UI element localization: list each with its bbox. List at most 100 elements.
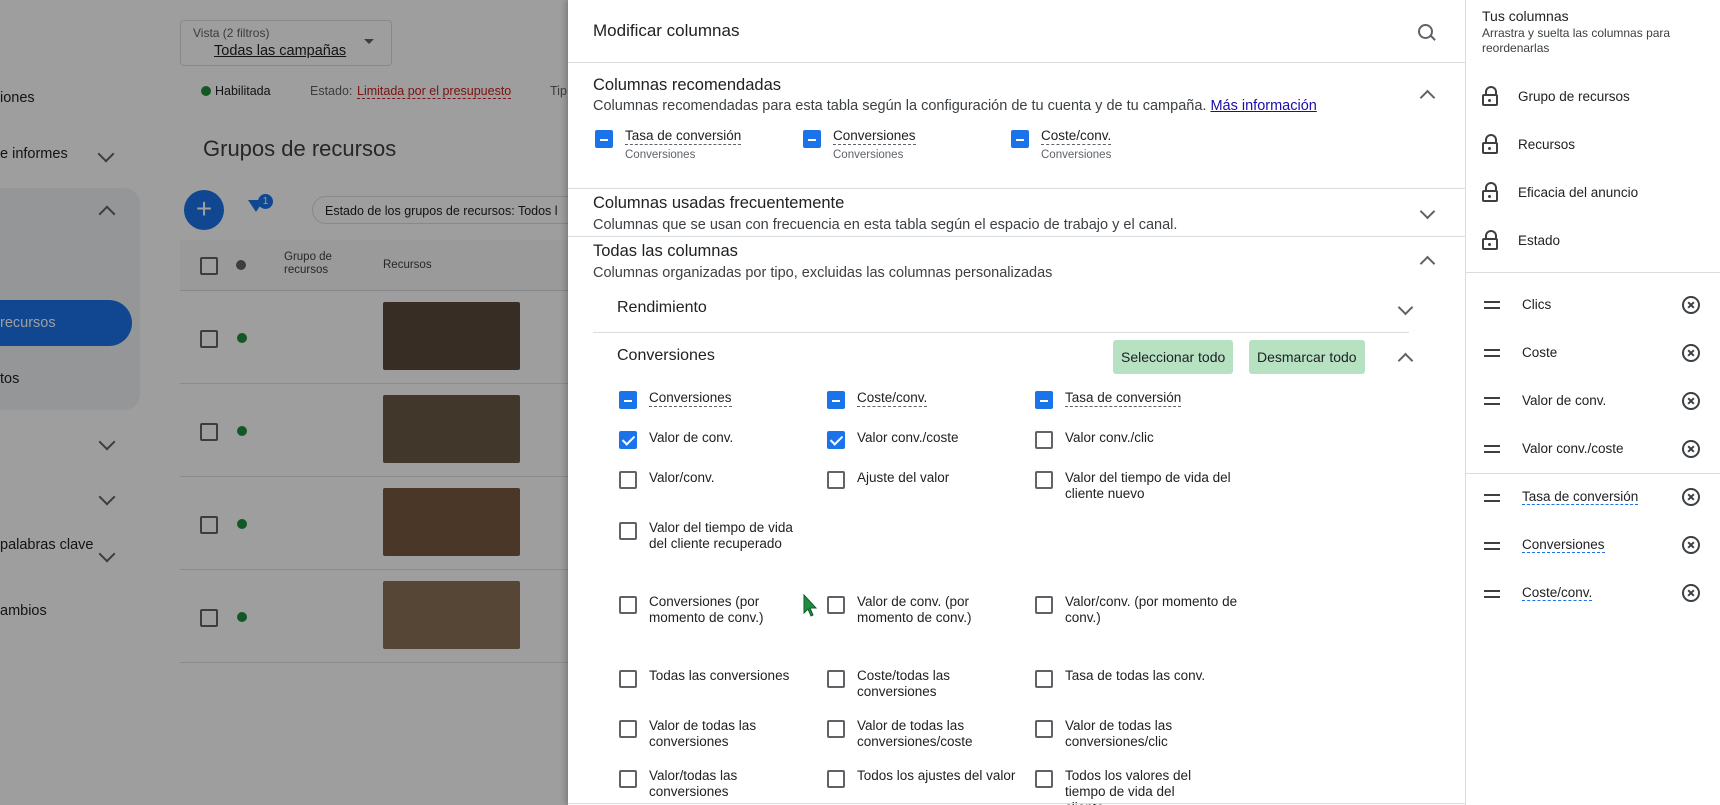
movable-column[interactable]: Valor de conv. bbox=[1522, 393, 1606, 408]
conv-option-label: Valor/todas las conversiones bbox=[649, 768, 738, 799]
conv-checkbox[interactable] bbox=[1035, 471, 1053, 489]
conv-checkbox[interactable] bbox=[1035, 596, 1053, 614]
more-info-link[interactable]: Más información bbox=[1210, 98, 1316, 114]
lock-icon bbox=[1482, 134, 1498, 154]
select-all-button[interactable]: Seleccionar todo bbox=[1113, 340, 1234, 374]
conv-option-label: Valor de conv. bbox=[649, 430, 734, 445]
conv-option-label: Todas las conversiones bbox=[649, 668, 790, 683]
conv-checkbox[interactable] bbox=[827, 471, 845, 489]
conv-checkbox[interactable] bbox=[1035, 391, 1053, 409]
remove-column-icon[interactable] bbox=[1682, 584, 1700, 602]
drag-handle-icon[interactable] bbox=[1484, 349, 1500, 357]
conv-option-label: Coste/todas las conversiones bbox=[857, 668, 951, 699]
conv-option-label: Tasa de todas las conv. bbox=[1065, 668, 1206, 683]
movable-column[interactable]: Tasa de conversión bbox=[1522, 489, 1639, 505]
recommended-sub-1: Conversiones bbox=[625, 149, 696, 161]
conv-checkbox[interactable] bbox=[827, 596, 845, 614]
recommended-description: Columnas recomendadas para esta tabla se… bbox=[593, 98, 1317, 114]
locked-column: Grupo de recursos bbox=[1518, 89, 1630, 104]
conv-checkbox[interactable] bbox=[619, 522, 637, 540]
conversions-title: Conversiones bbox=[617, 347, 715, 364]
conv-checkbox[interactable] bbox=[1035, 670, 1053, 688]
movable-column[interactable]: Coste/conv. bbox=[1522, 585, 1593, 601]
divider bbox=[1466, 272, 1720, 273]
conv-option-label: Conversiones (por momento de conv.) bbox=[649, 594, 764, 625]
conv-checkbox[interactable] bbox=[619, 391, 637, 409]
conv-checkbox[interactable] bbox=[619, 596, 637, 614]
chevron-down-icon[interactable] bbox=[1419, 203, 1436, 220]
movable-column[interactable]: Conversiones bbox=[1522, 537, 1605, 553]
panel-title: Modificar columnas bbox=[593, 21, 740, 40]
locked-column: Estado bbox=[1518, 233, 1561, 248]
all-columns-description: Columnas organizadas por tipo, excluidas… bbox=[593, 265, 1053, 281]
conv-option-label: Tasa de conversión bbox=[1065, 390, 1182, 407]
conv-checkbox[interactable] bbox=[619, 720, 637, 738]
drag-handle-icon[interactable] bbox=[1484, 445, 1500, 453]
your-columns-description: Arrastra y suelta las columnas para reor… bbox=[1482, 26, 1671, 55]
conv-option-label: Valor conv./coste bbox=[857, 430, 959, 445]
modify-columns-panel: Modificar columnas Columnas recomendadas… bbox=[568, 0, 1465, 805]
chevron-up-icon[interactable] bbox=[1419, 89, 1436, 106]
drag-handle-icon[interactable] bbox=[1484, 494, 1500, 502]
conv-checkbox[interactable] bbox=[619, 471, 637, 489]
recommended-sub-2: Conversiones bbox=[833, 149, 904, 161]
conv-checkbox[interactable] bbox=[827, 391, 845, 409]
conv-option-label: Valor de todas las conversiones/clic bbox=[1065, 718, 1173, 749]
drag-handle-icon[interactable] bbox=[1484, 542, 1500, 550]
conv-option-label: Valor del tiempo de vida del cliente rec… bbox=[649, 520, 793, 551]
movable-column[interactable]: Coste bbox=[1522, 345, 1557, 360]
conv-checkbox[interactable] bbox=[827, 770, 845, 788]
remove-column-icon[interactable] bbox=[1682, 344, 1700, 362]
drag-handle-icon[interactable] bbox=[1484, 397, 1500, 405]
chevron-down-icon[interactable] bbox=[1397, 299, 1414, 316]
conv-checkbox[interactable] bbox=[827, 431, 845, 449]
deselect-all-button[interactable]: Desmarcar todo bbox=[1249, 340, 1365, 374]
divider bbox=[568, 188, 1465, 189]
chevron-up-icon[interactable] bbox=[1397, 352, 1414, 369]
remove-column-icon[interactable] bbox=[1682, 488, 1700, 506]
locked-column: Recursos bbox=[1518, 137, 1576, 152]
movable-column[interactable]: Clics bbox=[1522, 297, 1551, 312]
divider bbox=[568, 803, 1465, 804]
remove-column-icon[interactable] bbox=[1682, 392, 1700, 410]
search-icon[interactable] bbox=[1418, 24, 1433, 39]
conv-option-label: Conversiones bbox=[649, 390, 732, 407]
recommended-checkbox-3[interactable] bbox=[1011, 130, 1029, 148]
remove-column-icon[interactable] bbox=[1682, 296, 1700, 314]
divider bbox=[593, 332, 1409, 333]
drag-handle-icon[interactable] bbox=[1484, 590, 1500, 598]
conv-option-label: Todos los valores del tiempo de vida del… bbox=[1065, 768, 1192, 805]
divider bbox=[1466, 473, 1720, 474]
conv-checkbox[interactable] bbox=[1035, 770, 1053, 788]
conv-option-label: Valor/conv. (por momento de conv.) bbox=[1065, 594, 1238, 625]
conv-option-label: Coste/conv. bbox=[857, 390, 928, 407]
conv-checkbox[interactable] bbox=[619, 670, 637, 688]
divider bbox=[568, 62, 1465, 63]
performance-title[interactable]: Rendimiento bbox=[617, 299, 707, 317]
divider bbox=[568, 236, 1465, 237]
recommended-checkbox-1[interactable] bbox=[595, 130, 613, 148]
remove-column-icon[interactable] bbox=[1682, 440, 1700, 458]
conv-checkbox[interactable] bbox=[827, 720, 845, 738]
drag-handle-icon[interactable] bbox=[1484, 301, 1500, 309]
chevron-up-icon[interactable] bbox=[1419, 255, 1436, 272]
conv-checkbox[interactable] bbox=[827, 670, 845, 688]
conv-option-label: Valor/conv. bbox=[649, 470, 715, 485]
recommended-title: Columnas recomendadas bbox=[593, 76, 782, 94]
conv-checkbox[interactable] bbox=[619, 770, 637, 788]
your-columns-title: Tus columnas bbox=[1482, 8, 1569, 24]
lock-icon bbox=[1482, 86, 1498, 106]
conv-checkbox[interactable] bbox=[619, 431, 637, 449]
conv-checkbox[interactable] bbox=[1035, 431, 1053, 449]
your-columns-panel: Tus columnas Arrastra y suelta las colum… bbox=[1465, 0, 1720, 805]
conv-option-label: Ajuste del valor bbox=[857, 470, 950, 485]
conv-option-label: Valor de todas las conversiones bbox=[649, 718, 757, 749]
recommended-checkbox-2[interactable] bbox=[803, 130, 821, 148]
conv-checkbox[interactable] bbox=[1035, 720, 1053, 738]
lock-icon bbox=[1482, 230, 1498, 250]
frequent-description: Columnas que se usan con frecuencia en e… bbox=[593, 217, 1178, 233]
conv-option-label: Valor conv./clic bbox=[1065, 430, 1154, 445]
remove-column-icon[interactable] bbox=[1682, 536, 1700, 554]
movable-column[interactable]: Valor conv./coste bbox=[1522, 441, 1624, 456]
recommended-label-3: Coste/conv. bbox=[1041, 128, 1112, 145]
